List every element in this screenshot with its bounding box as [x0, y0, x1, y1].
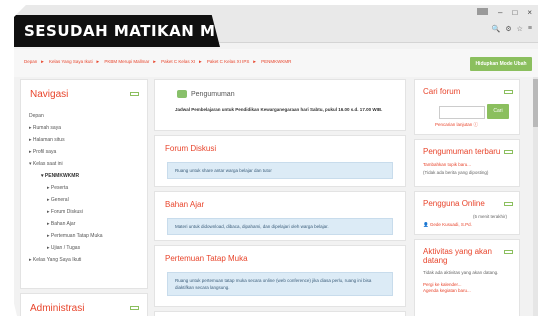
nav-item-label: General: [50, 197, 69, 203]
upcoming-events-title: Aktivitas yang akan datang: [423, 247, 492, 265]
breadcrumb-separator: ►: [252, 59, 257, 64]
dock-icon[interactable]: [504, 202, 513, 206]
help-icon: ⓘ: [473, 122, 479, 127]
advanced-search-label: Pencarian lanjutan: [435, 122, 473, 127]
browser-screen: – □ × 🔍 ⚙ ☆ ≡ SESUDAH MATIKAN MODE UBAH …: [14, 5, 538, 316]
no-news-text: (Tidak ada berita yang diposting): [423, 170, 489, 175]
nav-item-label: Bahan Ajar: [50, 221, 76, 227]
nav-item-bahan-ajar[interactable]: ▸ Bahan Ajar: [29, 218, 149, 230]
nav-item-label: Pertemuan Tatap Muka: [50, 233, 103, 239]
breadcrumb-separator: ►: [95, 59, 101, 64]
breadcrumb-separator: ►: [198, 59, 203, 64]
star-icon[interactable]: ☆: [517, 25, 523, 33]
nav-item-pertemuan[interactable]: ▸ Pertemuan Tatap Muka: [29, 230, 149, 242]
nav-item-label: Halaman situs: [32, 137, 65, 143]
forum-icon: [177, 90, 187, 98]
minimize-icon[interactable]: –: [498, 8, 502, 17]
online-users-block: Pengguna Online (5 menit terakhir) 👤 Ged…: [414, 191, 520, 235]
close-icon[interactable]: ×: [527, 8, 532, 17]
caption-banner: SESUDAH MATIKAN MODE UBAH: [14, 15, 220, 47]
advanced-search-link[interactable]: Pencarian lanjutan ⓘ: [435, 122, 527, 128]
announcement-text: Jadwal Pembelajaran untuk Pendidikan Kew…: [175, 107, 383, 112]
section-pertemuan-tatap-muka: Pertemuan Tatap Muka Ruang untuk pertemu…: [154, 245, 406, 307]
search-forums-block: Cari forum Cari Pencarian lanjutan ⓘ: [414, 79, 520, 135]
breadcrumb-item[interactable]: Depan: [24, 59, 37, 64]
nav-item-label: Peserta: [50, 185, 69, 191]
section-title: Forum Diskusi: [165, 144, 217, 153]
search-button[interactable]: Cari: [487, 104, 509, 119]
nav-item-label: Kelas saat ini: [32, 161, 63, 167]
section-summary: Materi untuk didownload, dibaca, dipaham…: [167, 218, 393, 235]
breadcrumb-item[interactable]: PKBM Merupi Mallmar: [104, 59, 149, 64]
dock-icon[interactable]: [504, 250, 513, 254]
maximize-icon[interactable]: □: [512, 8, 517, 17]
nav-item-course[interactable]: ▾ PENMKWKMR: [29, 170, 149, 182]
scrollbar-thumb[interactable]: [533, 79, 538, 127]
online-user[interactable]: 👤 Gede Kusuadi, S.Pd.: [423, 222, 515, 228]
section-title: Bahan Ajar: [165, 200, 205, 209]
breadcrumb-bar: Depan ► Kelas Yang Saya Ikuti ► PKBM Merup…: [14, 49, 538, 77]
nav-item-rumah-saya[interactable]: ▸ Rumah saya: [29, 122, 149, 134]
breadcrumb-item[interactable]: Paket C Kelas XI IPS: [207, 59, 250, 64]
nav-item-general[interactable]: ▸ General: [29, 194, 149, 206]
breadcrumb-item[interactable]: Paket C Kelas XI: [161, 59, 195, 64]
nav-item-label: Profil saya: [32, 149, 57, 155]
announcement-link[interactable]: Pengumuman: [191, 91, 235, 98]
upcoming-events-block: Aktivitas yang akan datang Tidak ada akt…: [414, 239, 520, 316]
breadcrumb-item[interactable]: PENMKWKMR: [261, 59, 291, 64]
search-forums-title: Cari forum: [423, 87, 461, 96]
online-period: (5 menit terakhir): [472, 214, 507, 219]
window-badge-icon: [477, 8, 489, 15]
section-summary: Ruang untuk share antar warga belajar da…: [167, 162, 393, 179]
nav-item-kelas-saat-ini[interactable]: ▾ Kelas saat ini: [29, 158, 149, 170]
breadcrumb-item[interactable]: Kelas Yang Saya Ikuti: [49, 59, 93, 64]
nav-item-kelas-diikuti[interactable]: ▸ Kelas Yang Saya Ikuti: [29, 254, 149, 266]
edit-mode-button[interactable]: Hidupkan Mode Ubah: [470, 57, 532, 71]
breadcrumb: Depan ► Kelas Yang Saya Ikuti ► PKBM Merup…: [24, 59, 294, 64]
breadcrumb-separator: ►: [152, 59, 157, 64]
dock-icon[interactable]: [130, 92, 139, 96]
add-topic-link[interactable]: Tambahkan topik baru...: [423, 162, 515, 168]
address-bar-icons: 🔍 ⚙ ☆ ≡: [492, 25, 532, 33]
nav-item-peserta[interactable]: ▸ Peserta: [29, 182, 149, 194]
nav-item-label: Kelas Yang Saya Ikuti: [32, 257, 82, 263]
nav-item-profil-saya[interactable]: ▸ Profil saya: [29, 146, 149, 158]
nav-item-label: Ujian / Tugas: [50, 245, 81, 251]
latest-news-block: Pengumuman terbaru Tambahkan topik baru.…: [414, 139, 520, 187]
no-upcoming-text: Tidak ada aktivitas yang akan datang.: [423, 270, 499, 275]
latest-news-title: Pengumuman terbaru: [423, 147, 501, 156]
nav-item-halaman-situs[interactable]: ▸ Halaman situs: [29, 134, 149, 146]
navigation-title: Navigasi: [30, 89, 69, 100]
section-bahan-ajar: Bahan Ajar Materi untuk didownload, diba…: [154, 191, 406, 241]
section-title: Pertemuan Tatap Muka: [165, 254, 248, 263]
administration-title: Administrasi: [30, 303, 85, 314]
section-summary: Ruang untuk pertemuan tatap muka secara …: [167, 272, 393, 296]
window-controls: – □ ×: [477, 8, 532, 17]
next-section: [154, 311, 406, 316]
nav-item-depan[interactable]: Depan: [29, 110, 149, 122]
nav-item-label: Forum Diskusi: [50, 209, 83, 215]
search-icon[interactable]: 🔍: [492, 25, 501, 33]
new-event-link[interactable]: Agenda kegiatan baru...: [423, 288, 515, 294]
navigation-block: Navigasi Depan ▸ Rumah saya ▸ Halaman si…: [20, 79, 148, 289]
online-users-title: Pengguna Online: [423, 199, 485, 208]
search-input[interactable]: [439, 106, 485, 119]
section-forum-diskusi: Forum Diskusi Ruang untuk share antar wa…: [154, 135, 406, 187]
dock-icon[interactable]: [504, 150, 513, 154]
nav-item-ujian[interactable]: ▸ Ujian / Tugas: [29, 242, 149, 254]
nav-item-forum-diskusi[interactable]: ▸ Forum Diskusi: [29, 206, 149, 218]
user-icon: 👤: [423, 222, 429, 227]
dock-icon[interactable]: [504, 90, 513, 94]
dock-icon[interactable]: [130, 306, 139, 310]
navigation-list: Depan ▸ Rumah saya ▸ Halaman situs ▸ Pro…: [29, 110, 149, 266]
settings-icon[interactable]: ⚙: [505, 25, 511, 33]
nav-item-label: Rumah saya: [32, 125, 61, 131]
menu-icon[interactable]: ≡: [528, 25, 532, 33]
breadcrumb-separator: ►: [40, 59, 45, 64]
announcement-section: Pengumuman Jadwal Pembelajaran untuk Pen…: [154, 79, 406, 131]
nav-item-label: PENMKWKMR: [44, 173, 80, 179]
administration-block: Administrasi: [20, 293, 148, 316]
online-user-name: Gede Kusuadi, S.Pd.: [429, 222, 472, 227]
